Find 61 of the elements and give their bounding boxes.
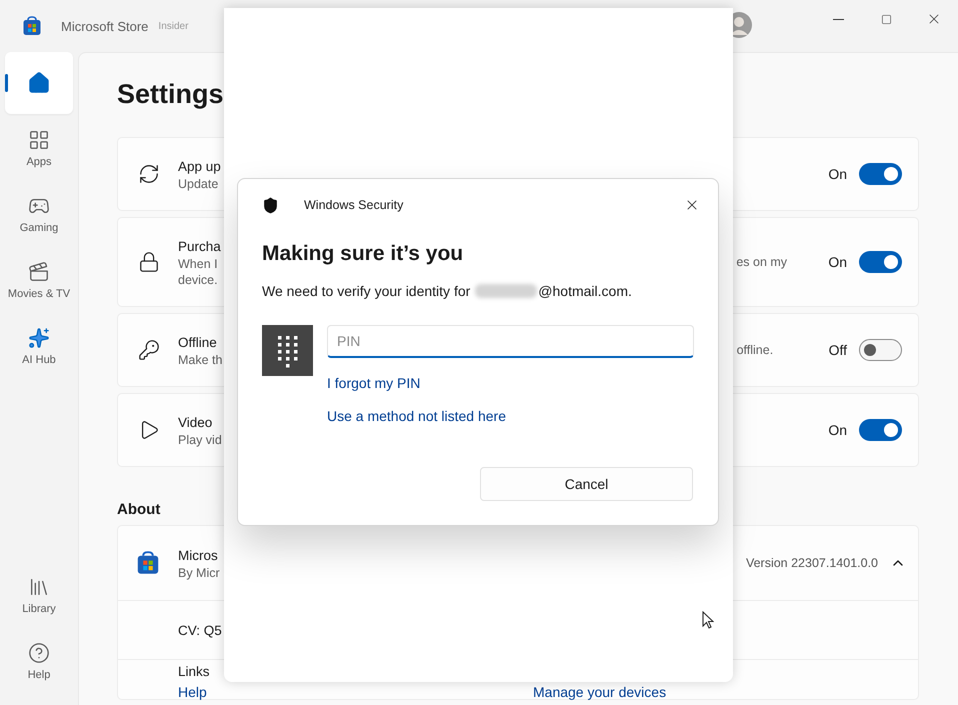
help-icon: [28, 642, 50, 664]
dialog-app-name: Windows Security: [304, 198, 404, 212]
clapperboard-icon: [28, 260, 50, 282]
publisher: By Micr: [178, 564, 221, 580]
setting-description: When I: [178, 256, 219, 272]
app-title: Microsoft Store: [61, 18, 148, 34]
key-icon: [138, 339, 160, 361]
section-heading: About: [117, 501, 162, 519]
lock-icon: [138, 251, 160, 273]
nav-item[interactable]: Gaming: [5, 182, 73, 246]
refresh-icon: [138, 163, 160, 185]
apps-icon: [28, 128, 50, 150]
shield-icon: [262, 196, 279, 214]
toggle-switch[interactable]: [859, 339, 902, 361]
other-method-link[interactable]: Use a method not listed here: [327, 408, 694, 424]
link[interactable]: Help: [178, 685, 533, 699]
cancel-button[interactable]: Cancel: [480, 467, 693, 501]
store-logo-icon: [22, 16, 42, 36]
cv-text: CV: Q5: [178, 622, 222, 640]
nav-item[interactable]: Movies & TV: [5, 248, 73, 312]
toggle-status: On: [828, 166, 847, 182]
toggle-status: On: [828, 254, 847, 270]
forgot-pin-link[interactable]: I forgot my PIN: [327, 375, 694, 391]
setting-title: Offline: [178, 334, 218, 352]
toggle-switch[interactable]: [859, 251, 902, 273]
version-text: Version 22307.1401.0.0: [746, 556, 878, 570]
sparkle-icon: [28, 326, 50, 348]
blurred-email: [475, 284, 538, 298]
toggle-status: Off: [828, 342, 847, 358]
setting-description: Play vid: [178, 432, 223, 448]
email-domain: @hotmail.com.: [538, 283, 632, 299]
nav-item[interactable]: AI Hub: [5, 314, 73, 378]
dialog-message: We need to verify your identity for: [262, 283, 470, 299]
home-icon: [27, 71, 51, 95]
home-nav-item[interactable]: [5, 52, 73, 114]
nav-item[interactable]: Apps: [5, 116, 73, 180]
toggle-status: On: [828, 422, 847, 438]
pin-field[interactable]: PIN: [327, 325, 694, 358]
toggle-switch[interactable]: [859, 419, 902, 441]
setting-description: es on my: [736, 255, 788, 269]
setting-description: Update: [178, 176, 220, 192]
setting-description: Make th: [178, 352, 224, 368]
links-heading: Links: [178, 663, 211, 681]
keypad-icon: [262, 325, 313, 376]
dialog-title: Making sure it’s you: [262, 242, 464, 266]
setting-title: Purcha: [178, 238, 222, 256]
setting-description: offline.: [736, 343, 774, 357]
link[interactable]: Manage your devices: [533, 685, 918, 699]
nav-item[interactable]: Help: [5, 629, 73, 693]
minimize-icon: [832, 18, 844, 20]
setting-title: Video: [178, 414, 214, 432]
setting-title: App up: [178, 158, 222, 176]
insider-label: Insider: [158, 20, 188, 32]
maximize-icon: [880, 14, 892, 24]
nav-item[interactable]: Library: [5, 563, 73, 627]
store-logo-icon: [136, 551, 160, 575]
setting-description: device.: [178, 272, 219, 288]
pointer-cursor-icon: [702, 611, 714, 629]
page-title: Settings: [117, 79, 225, 110]
toggle-switch[interactable]: [859, 163, 902, 185]
app-name: Micros: [178, 546, 219, 564]
